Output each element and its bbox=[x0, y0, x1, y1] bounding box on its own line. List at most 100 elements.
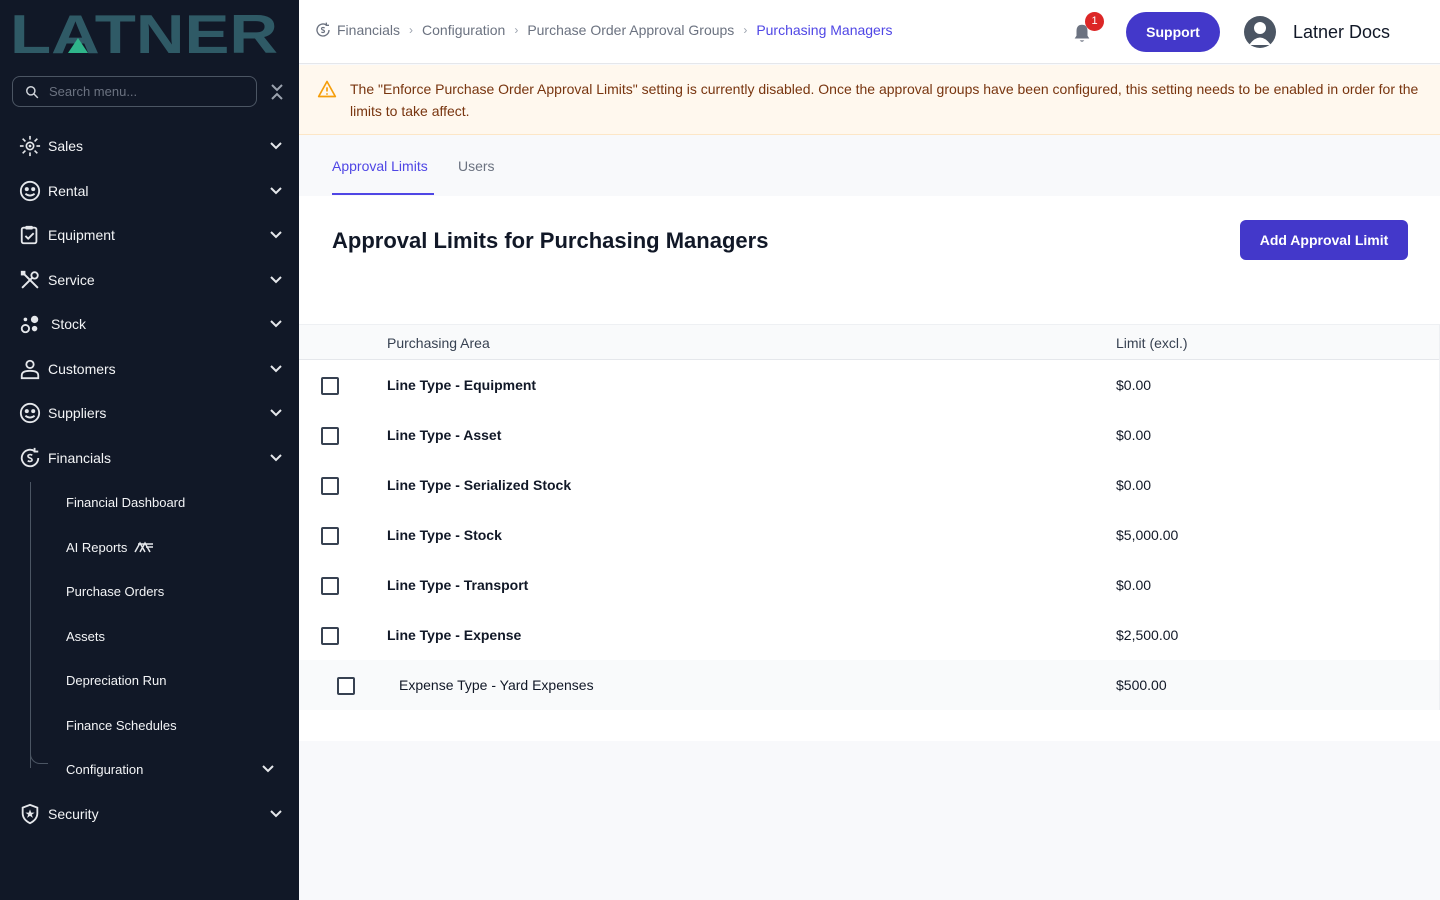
financials-icon bbox=[20, 447, 40, 468]
nav-label: Rental bbox=[48, 183, 89, 199]
table-row[interactable]: Line Type - Serialized Stock $0.00 bbox=[299, 460, 1439, 510]
table-row[interactable]: Expense Type - Yard Expenses $500.00 bbox=[299, 660, 1439, 710]
svg-text:LATNER: LATNER bbox=[10, 8, 278, 58]
chevron-down-icon bbox=[270, 276, 282, 284]
equipment-icon bbox=[20, 225, 38, 245]
user-name[interactable]: Latner Docs bbox=[1293, 22, 1390, 43]
sub-assets[interactable]: Assets bbox=[0, 618, 299, 654]
chevron-right-icon: › bbox=[409, 23, 414, 37]
alert-text: The "Enforce Purchase Order Approval Lim… bbox=[350, 81, 1419, 119]
column-header-limit[interactable]: Limit (excl.) bbox=[1116, 335, 1188, 351]
nav-label: Service bbox=[48, 272, 95, 288]
table-row[interactable]: Line Type - Expense $2,500.00 bbox=[299, 610, 1439, 660]
chevron-down-icon bbox=[270, 810, 282, 818]
customers-icon bbox=[20, 359, 40, 380]
search-icon bbox=[26, 85, 39, 98]
tab-approval-limits[interactable]: Approval Limits bbox=[332, 158, 428, 174]
table-row[interactable]: Line Type - Equipment $0.00 bbox=[299, 360, 1439, 410]
sidebar: LATNER Sales Rental Equipment Service St… bbox=[0, 0, 299, 900]
nav-label: Sales bbox=[48, 138, 84, 154]
sub-label: Purchase Orders bbox=[66, 583, 165, 599]
menu-search[interactable] bbox=[12, 76, 257, 107]
warning-icon bbox=[317, 80, 337, 98]
nav-rental[interactable]: Rental bbox=[0, 171, 299, 211]
table-header: Purchasing Area Limit (excl.) bbox=[299, 325, 1439, 360]
nav-label: Suppliers bbox=[48, 405, 107, 421]
breadcrumb-financials[interactable]: Financials bbox=[337, 22, 400, 38]
sub-configuration[interactable]: Configuration bbox=[0, 751, 299, 787]
nav-sales[interactable]: Sales bbox=[0, 126, 299, 166]
table-row[interactable]: Line Type - Asset $0.00 bbox=[299, 410, 1439, 460]
latner-logo[interactable]: LATNER bbox=[10, 8, 280, 58]
support-button[interactable]: Support bbox=[1126, 12, 1220, 52]
row-checkbox[interactable] bbox=[337, 677, 355, 695]
nav-label: Stock bbox=[51, 316, 87, 332]
top-bar: Financials › Configuration › Purchase Or… bbox=[299, 0, 1440, 64]
main-panel: Approval Limits for Purchasing Managers … bbox=[299, 196, 1440, 741]
row-limit: $0.00 bbox=[1116, 427, 1152, 443]
table-row[interactable]: Line Type - Transport $0.00 bbox=[299, 560, 1439, 610]
sub-label: AI Reports bbox=[66, 539, 128, 555]
stock-icon bbox=[20, 315, 39, 334]
breadcrumb-approval-groups[interactable]: Purchase Order Approval Groups bbox=[527, 22, 734, 38]
sub-ai-reports[interactable]: AI Reports bbox=[0, 529, 299, 565]
nav-label: Customers bbox=[48, 361, 116, 377]
chevron-down-icon bbox=[270, 320, 282, 328]
user-icon bbox=[1249, 22, 1271, 45]
chevron-down-icon bbox=[270, 231, 282, 239]
nav-label: Equipment bbox=[48, 227, 115, 243]
row-checkbox[interactable] bbox=[321, 477, 339, 495]
search-input[interactable] bbox=[49, 84, 239, 99]
chevron-down-icon bbox=[270, 365, 282, 373]
add-approval-limit-button[interactable]: Add Approval Limit bbox=[1240, 220, 1408, 260]
chevron-down-icon bbox=[270, 409, 282, 417]
row-checkbox[interactable] bbox=[321, 627, 339, 645]
row-limit: $500.00 bbox=[1116, 677, 1167, 693]
nav-customers[interactable]: Customers bbox=[0, 349, 299, 389]
row-limit: $0.00 bbox=[1116, 477, 1152, 493]
security-icon bbox=[21, 803, 39, 825]
nav-security[interactable]: Security bbox=[0, 794, 299, 834]
table-row[interactable]: Line Type - Stock $5,000.00 bbox=[299, 510, 1439, 560]
sub-depreciation-run[interactable]: Depreciation Run bbox=[0, 662, 299, 698]
chevron-down-icon bbox=[270, 187, 282, 195]
nav-financials[interactable]: Financials bbox=[0, 438, 299, 478]
row-checkbox[interactable] bbox=[321, 527, 339, 545]
tab-users[interactable]: Users bbox=[458, 158, 495, 174]
row-area: Expense Type - Yard Expenses bbox=[399, 677, 594, 693]
row-area: Line Type - Stock bbox=[387, 527, 502, 543]
sub-label: Configuration bbox=[66, 761, 144, 777]
breadcrumb-current: Purchasing Managers bbox=[756, 22, 893, 38]
row-area: Line Type - Expense bbox=[387, 627, 522, 643]
sub-finance-schedules[interactable]: Finance Schedules bbox=[0, 707, 299, 743]
suppliers-icon bbox=[19, 402, 41, 424]
column-header-purchasing-area[interactable]: Purchasing Area bbox=[387, 335, 490, 351]
page-title: Approval Limits for Purchasing Managers bbox=[332, 228, 768, 254]
row-area: Line Type - Transport bbox=[387, 577, 529, 593]
nav-service[interactable]: Service bbox=[0, 260, 299, 300]
notification-badge: 1 bbox=[1085, 12, 1104, 31]
sub-label: Finance Schedules bbox=[66, 717, 177, 733]
nav-suppliers[interactable]: Suppliers bbox=[0, 393, 299, 433]
collapse-all-icon[interactable] bbox=[268, 82, 286, 102]
row-checkbox[interactable] bbox=[321, 427, 339, 445]
sub-label: Assets bbox=[66, 628, 106, 644]
page-title-prefix: Approval Limits for bbox=[332, 228, 540, 253]
row-checkbox[interactable] bbox=[321, 377, 339, 395]
sub-financial-dashboard[interactable]: Financial Dashboard bbox=[0, 484, 299, 520]
page-title-group: Purchasing Managers bbox=[539, 228, 769, 253]
sales-icon bbox=[19, 135, 41, 157]
nav-equipment[interactable]: Equipment bbox=[0, 215, 299, 255]
row-limit: $0.00 bbox=[1116, 577, 1152, 593]
breadcrumb-configuration[interactable]: Configuration bbox=[422, 22, 505, 38]
sub-purchase-orders[interactable]: Purchase Orders bbox=[0, 573, 299, 609]
chevron-right-icon: › bbox=[743, 23, 748, 37]
row-area: Line Type - Serialized Stock bbox=[387, 477, 572, 493]
avatar[interactable] bbox=[1244, 16, 1276, 48]
nav-stock[interactable]: Stock bbox=[0, 304, 299, 344]
sub-label: Financial Dashboard bbox=[66, 494, 186, 510]
row-checkbox[interactable] bbox=[321, 577, 339, 595]
rental-icon bbox=[19, 180, 41, 202]
row-area: Line Type - Equipment bbox=[387, 377, 537, 393]
tab-bar: Approval Limits Users bbox=[299, 135, 1440, 196]
